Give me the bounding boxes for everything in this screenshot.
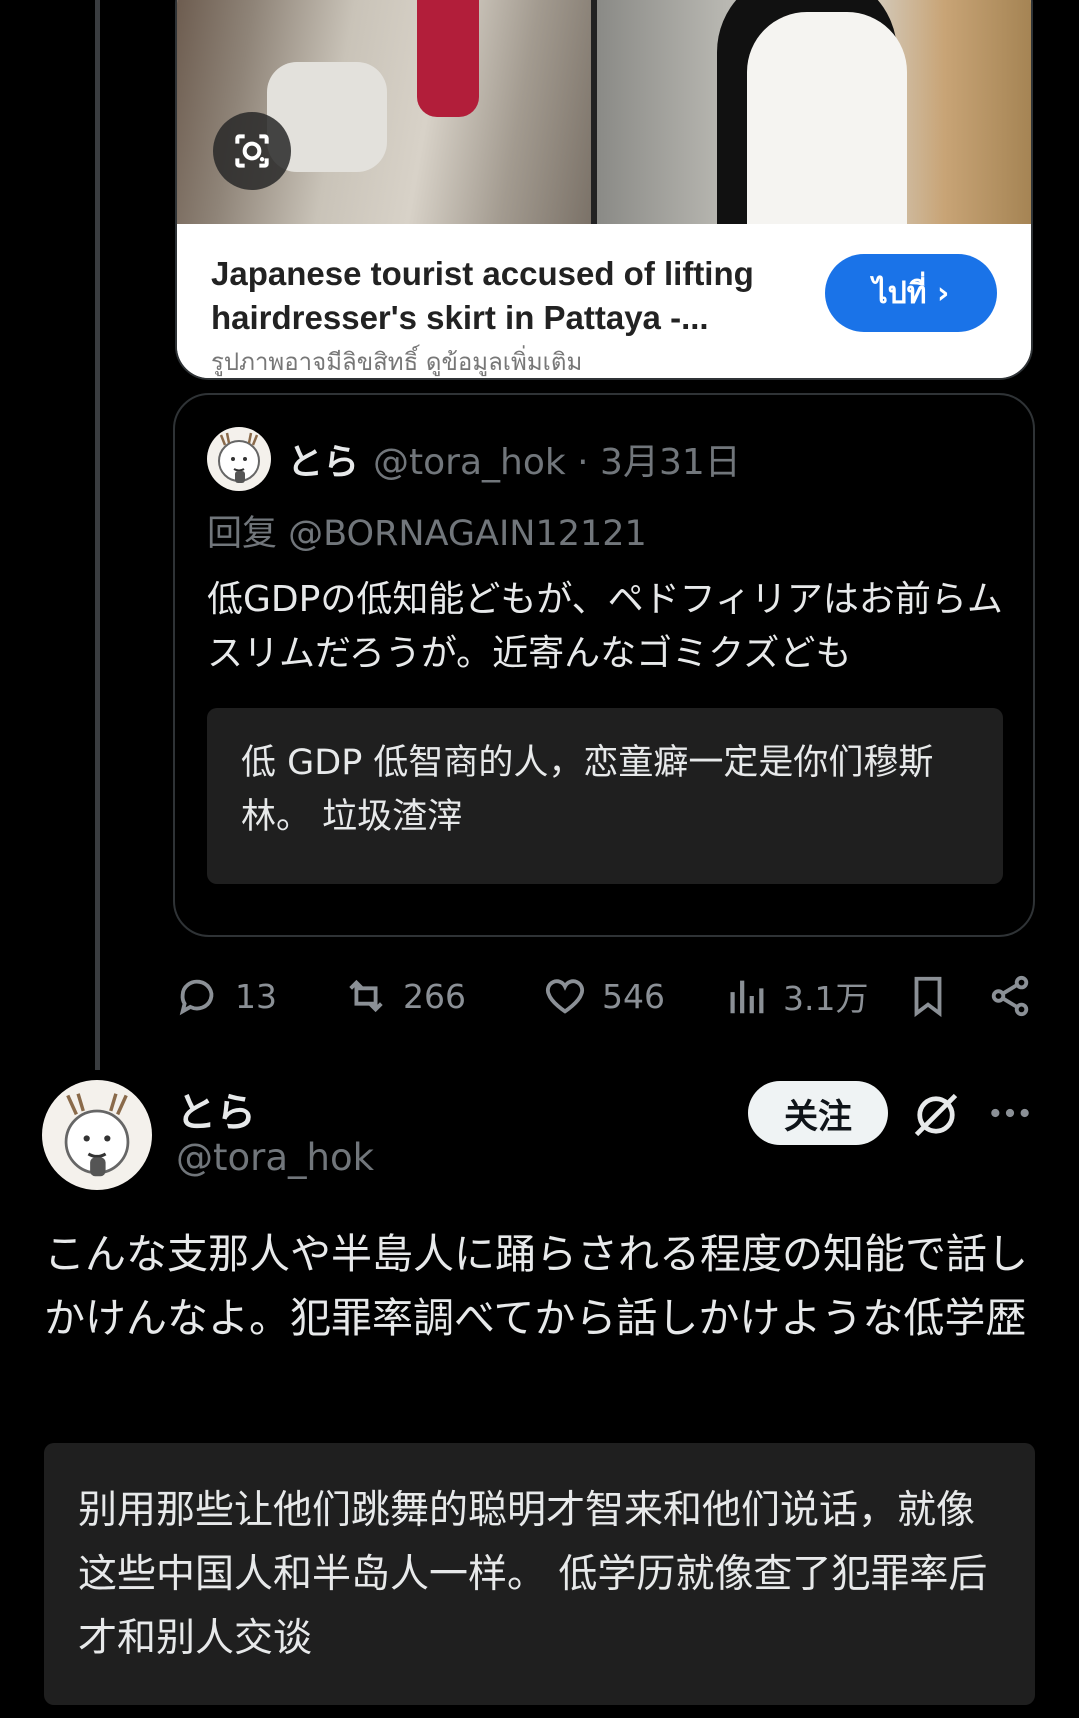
copyright-note[interactable]: รูปภาพอาจมีลิขสิทธิ์ ดูข้อมูลเพิ่มเติม (211, 342, 582, 378)
preview-image-right (597, 0, 1031, 224)
tweet-text: こんな支那人や半島人に踊らされる程度の知能で話しかけんなよ。犯罪率調べてから話し… (44, 1230, 1028, 1342)
goto-button[interactable]: ไปที่ › (825, 254, 997, 332)
reply-count: 13 (235, 976, 277, 1016)
share-button[interactable] (987, 970, 1033, 1022)
retweet-icon (349, 979, 383, 1013)
heart-icon (545, 979, 585, 1014)
action-bar: 13 266 546 3.1万 (175, 970, 1035, 1022)
preview-image-left (177, 0, 592, 224)
link-title[interactable]: Japanese tourist accused of lifting hair… (211, 252, 781, 340)
quoted-tweet-card[interactable]: とら @tora_hok · 3月31日 回复 @BORNAGAIN12121 低… (173, 393, 1035, 937)
quoted-author-handle-date[interactable]: @tora_hok · 3月31日 (373, 442, 741, 483)
thread-connector-line (95, 0, 100, 1070)
reply-to-label[interactable]: 回复 @BORNAGAIN12121 (207, 505, 647, 556)
link-preview-image[interactable] (177, 0, 1031, 224)
bookmark-icon (914, 976, 942, 1018)
quoted-tweet-text: 低GDPの低知能どもが、ペドフィリアはお前らムスリムだろうが。近寄んなゴミクズど… (207, 579, 1003, 674)
reply-button[interactable]: 13 (175, 970, 277, 1022)
link-preview-info: Japanese tourist accused of lifting hair… (177, 224, 1031, 378)
bookmark-button[interactable] (905, 970, 951, 1022)
retweet-button[interactable]: 266 (343, 970, 466, 1022)
link-preview-card[interactable]: Japanese tourist accused of lifting hair… (175, 0, 1033, 380)
grok-icon[interactable] (910, 1089, 962, 1141)
avatar[interactable] (207, 427, 271, 491)
share-icon (991, 975, 1029, 1017)
author-avatar[interactable] (42, 1080, 152, 1190)
tweet-translation-box: 别用那些让他们跳舞的聪明才智来和他们说话，就像这些中国人和半岛人一样。 低学历就… (44, 1443, 1035, 1705)
follow-button[interactable]: 关注 (748, 1081, 888, 1145)
like-button[interactable]: 546 (542, 970, 665, 1022)
retweet-count: 266 (403, 976, 466, 1016)
camera-lens-icon[interactable] (213, 112, 291, 190)
quoted-author-name[interactable]: とら (287, 442, 359, 483)
quoted-translation-box: 低 GDP 低智商的人，恋童癖一定是你们穆斯林。 垃圾渣滓 (207, 708, 1003, 884)
like-count: 546 (602, 976, 665, 1016)
author-handle[interactable]: @tora_hok (176, 1136, 374, 1179)
views-count: 3.1万 (783, 979, 869, 1018)
reply-icon (179, 979, 214, 1016)
author-name[interactable]: とら (176, 1080, 256, 1138)
quoted-tweet-header: とら @tora_hok · 3月31日 (287, 433, 741, 485)
views-chart-icon (730, 980, 764, 1014)
more-options-icon[interactable] (988, 1098, 1032, 1128)
views-button[interactable]: 3.1万 (723, 970, 868, 1022)
